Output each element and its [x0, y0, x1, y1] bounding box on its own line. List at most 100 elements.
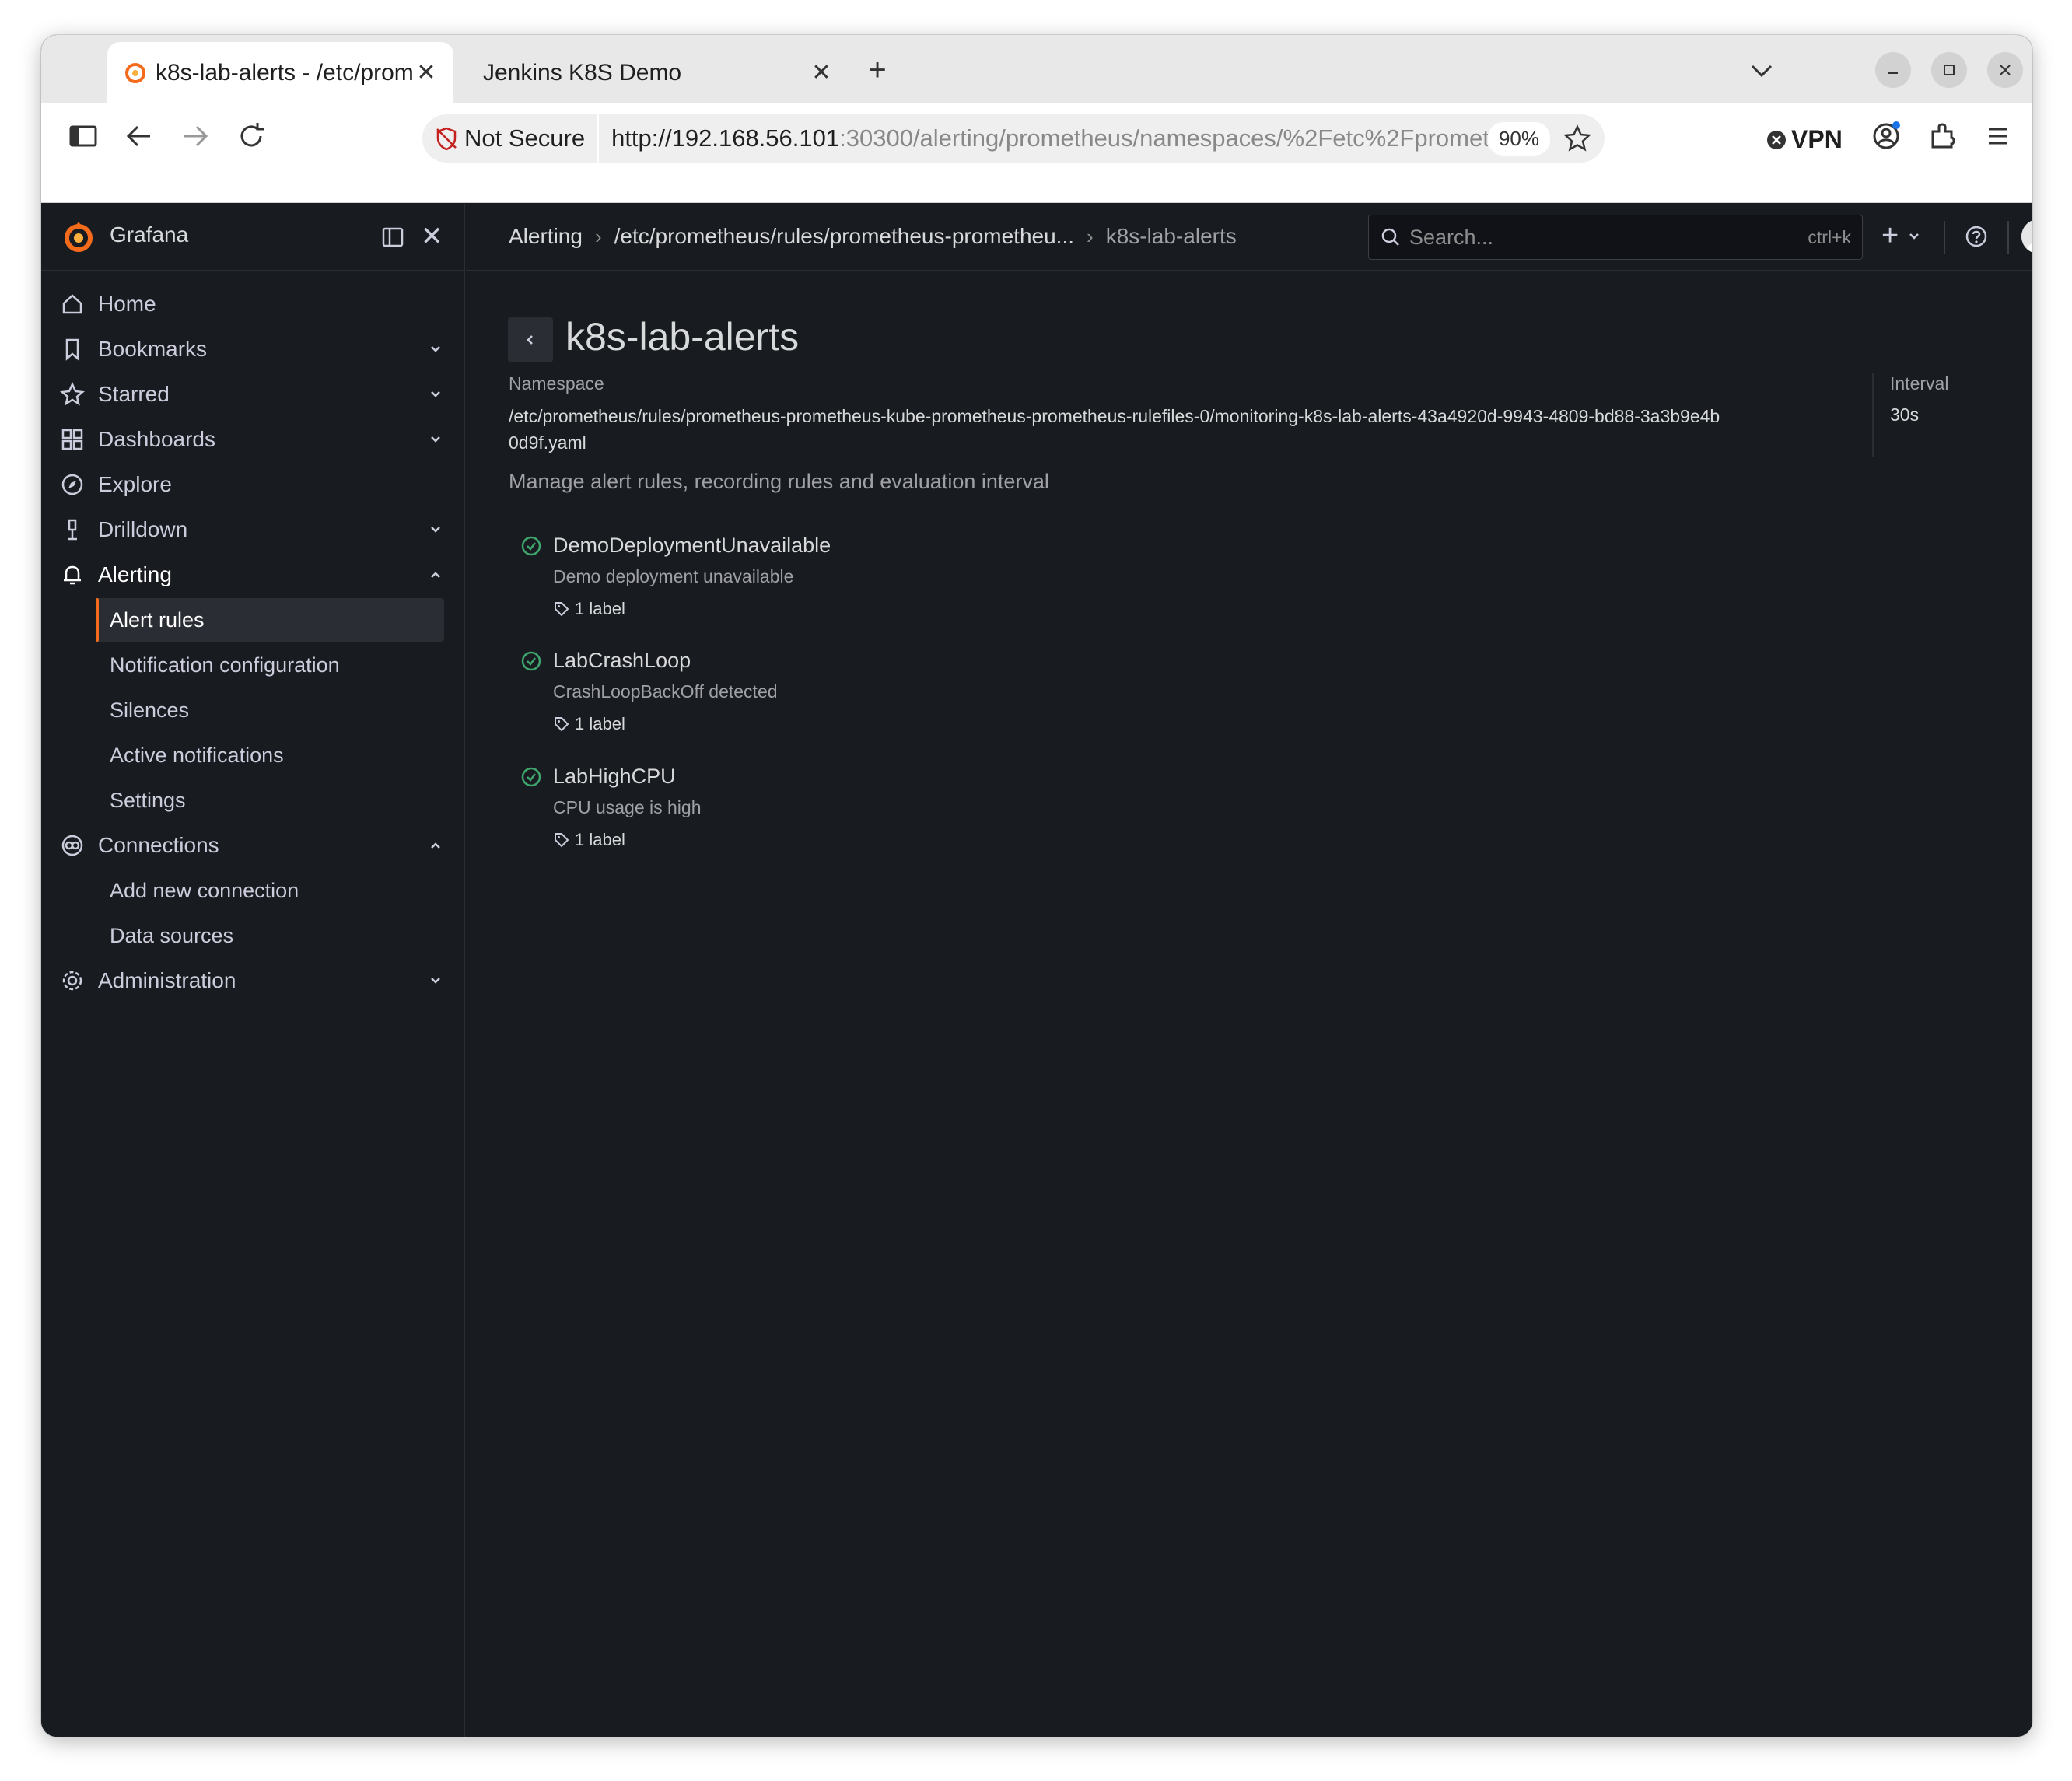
rule-labels[interactable]: 1 label	[553, 599, 625, 619]
chevron-down-icon[interactable]	[425, 429, 446, 450]
chevron-down-icon[interactable]	[425, 971, 446, 991]
nav-notification-configuration[interactable]: Notification configuration	[96, 643, 444, 687]
star-icon	[60, 381, 85, 406]
chevron-up-icon[interactable]	[425, 835, 446, 856]
nav-alerting-label: Alerting	[98, 562, 172, 586]
nav-silences[interactable]: Silences	[96, 688, 444, 732]
rule-name[interactable]: LabHighCPU	[553, 765, 676, 789]
tag-icon	[555, 602, 569, 617]
minimize-icon	[1888, 72, 1898, 74]
avatar[interactable]	[2021, 219, 2032, 254]
nav-alert-rules[interactable]: Alert rules	[96, 598, 444, 642]
nav-dashboards[interactable]: Dashboards	[41, 418, 465, 461]
zoom-level[interactable]: 90%	[1487, 121, 1550, 156]
reload-icon[interactable]	[234, 119, 268, 153]
nav-alerting-settings[interactable]: Settings	[96, 779, 444, 822]
forward-arrow-icon[interactable]	[178, 119, 212, 153]
minimize-button[interactable]	[1875, 52, 1911, 88]
rule-labels[interactable]: 1 label	[553, 714, 625, 734]
profile-icon[interactable]	[1869, 119, 1903, 153]
nav-drilldown[interactable]: Drilldown	[41, 508, 465, 551]
browser-window: k8s-lab-alerts - /etc/prometheus/rules/p…	[41, 35, 2032, 1737]
tab-close-icon[interactable]: ✕	[415, 60, 438, 86]
tag-icon	[555, 717, 569, 732]
url-path: :30300/alerting/prometheus/namespaces/%2…	[839, 124, 1488, 152]
tag-icon	[555, 833, 569, 848]
nav-active-notifications[interactable]: Active notifications	[96, 733, 444, 777]
back-arrow-icon[interactable]	[122, 119, 156, 153]
maximize-button[interactable]	[1931, 52, 1967, 88]
nav-active-notifications-label: Active notifications	[110, 743, 284, 767]
main-content: k8s-lab-alerts Namespace /etc/prometheus…	[466, 271, 2032, 1737]
chevron-down-icon[interactable]	[1906, 229, 1922, 244]
nav-starred[interactable]: Starred	[41, 373, 465, 416]
nav-home[interactable]: Home	[41, 282, 465, 326]
tab-bar: k8s-lab-alerts - /etc/prometheus/rules/p…	[41, 35, 2032, 103]
shield-slash-icon	[436, 127, 457, 151]
check-circle-icon	[521, 536, 541, 556]
rule-labels-count: 1 label	[575, 830, 625, 849]
nav-alerting[interactable]: Alerting	[41, 553, 465, 597]
nav-administration-label: Administration	[98, 968, 236, 992]
nav-add-new-connection[interactable]: Add new connection	[96, 869, 444, 912]
chevron-down-icon[interactable]	[425, 384, 446, 404]
url-text[interactable]: http://192.168.56.101:30300/alerting/pro…	[599, 124, 1488, 152]
nav-connections[interactable]: Connections	[41, 824, 465, 867]
search-shortcut: ctrl+k	[1808, 226, 1851, 247]
tab-close-icon[interactable]: ✕	[810, 60, 833, 86]
not-secure-indicator[interactable]: Not Secure	[422, 114, 600, 163]
dock-menu-icon[interactable]	[380, 225, 405, 250]
tab-list-chevron-icon[interactable]	[1745, 55, 1779, 86]
back-button[interactable]	[508, 317, 553, 362]
grafana-logo-icon[interactable]	[60, 219, 97, 256]
new-tab-icon[interactable]: +	[862, 54, 893, 86]
close-window-button[interactable]	[1987, 52, 2023, 88]
bell-icon	[64, 565, 81, 585]
chevron-down-icon[interactable]	[425, 520, 446, 540]
chevron-up-icon[interactable]	[425, 565, 446, 585]
nav-explore[interactable]: Explore	[41, 463, 465, 506]
nav-notification-configuration-label: Notification configuration	[110, 653, 340, 677]
gear-icon	[62, 971, 82, 991]
help-icon[interactable]	[1964, 224, 1989, 249]
nav-drilldown-label: Drilldown	[98, 517, 188, 541]
tab-jenkins[interactable]: Jenkins K8S Demo ✕	[467, 42, 849, 103]
breadcrumb-namespace[interactable]: /etc/prometheus/rules/prometheus-prometh…	[614, 224, 1074, 249]
tab-title: k8s-lab-alerts - /etc/prometheus/rules/p…	[156, 59, 415, 86]
alert-rule-item[interactable]: DemoDeploymentUnavailable Demo deploymen…	[520, 534, 1220, 642]
vpn-off-icon	[1767, 130, 1786, 149]
nav-explore-label: Explore	[98, 472, 172, 496]
grafana-favicon-icon	[125, 62, 145, 83]
dashboards-icon	[61, 429, 83, 450]
bookmark-star-icon[interactable]	[1563, 124, 1592, 153]
compass-icon	[61, 474, 83, 495]
rule-summary: CrashLoopBackOff detected	[553, 681, 778, 702]
rule-name[interactable]: LabCrashLoop	[553, 649, 691, 673]
bookmark-icon	[65, 338, 79, 361]
breadcrumb-current: k8s-lab-alerts	[1105, 224, 1237, 248]
rule-name[interactable]: DemoDeploymentUnavailable	[553, 534, 831, 558]
new-plus-icon[interactable]: +	[1881, 219, 1899, 253]
close-menu-icon[interactable]: ✕	[421, 221, 443, 252]
breadcrumb-alerting[interactable]: Alerting	[509, 224, 583, 249]
home-icon	[62, 294, 82, 314]
nav-silences-label: Silences	[110, 698, 190, 722]
search-input[interactable]: Search... ctrl+k	[1368, 215, 1863, 260]
sidebar-header: Grafana ✕	[41, 204, 465, 271]
rule-labels[interactable]: 1 label	[553, 830, 625, 850]
nav-administration[interactable]: Administration	[41, 959, 465, 1002]
nav-data-sources[interactable]: Data sources	[96, 914, 444, 957]
alert-rule-item[interactable]: LabHighCPU CPU usage is high 1 label	[520, 765, 1220, 873]
vpn-button[interactable]: VPN	[1766, 125, 1843, 154]
chevron-down-icon[interactable]	[425, 339, 446, 359]
alert-rule-item[interactable]: LabCrashLoop CrashLoopBackOff detected 1…	[520, 649, 1220, 758]
interval-label: Interval	[1890, 373, 1949, 394]
sidebar: Grafana ✕ Home Bookmarks Starred Dashboa…	[41, 204, 465, 1737]
menu-icon[interactable]	[1981, 119, 2015, 153]
tab-k8s-lab-alerts[interactable]: k8s-lab-alerts - /etc/prometheus/rules/p…	[107, 42, 453, 103]
address-bar[interactable]: Not Secure http://192.168.56.101:30300/a…	[422, 114, 1605, 163]
extensions-icon[interactable]	[1925, 119, 1959, 153]
sidebar-toggle-icon[interactable]	[66, 119, 100, 153]
nav-bookmarks[interactable]: Bookmarks	[41, 327, 465, 371]
nav-dashboards-label: Dashboards	[98, 427, 215, 451]
